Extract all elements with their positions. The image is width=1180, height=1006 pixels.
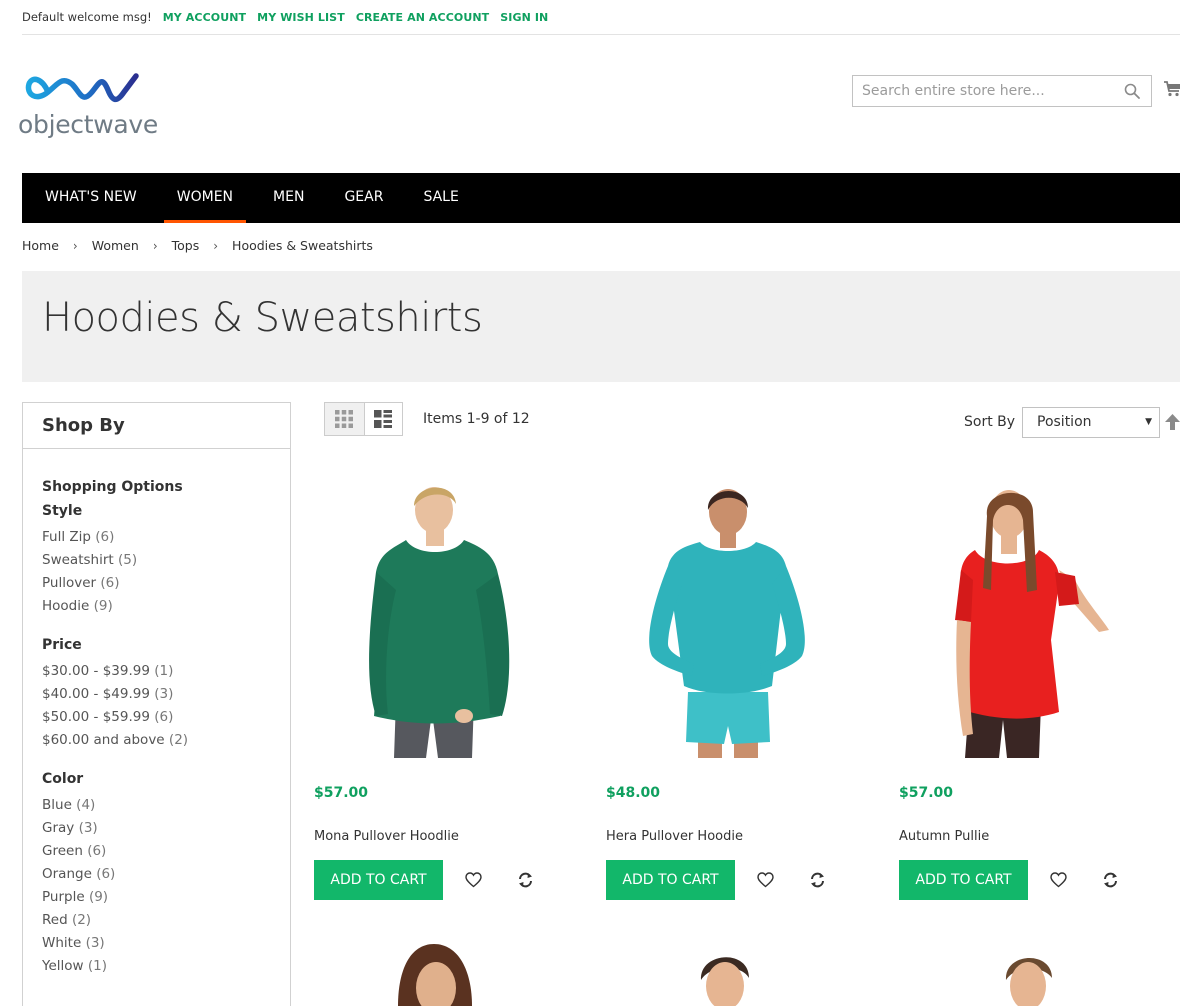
filter-item[interactable]: $50.00 - $59.99 (6)	[42, 706, 271, 729]
filter-group-title[interactable]: Color	[42, 771, 271, 787]
product-image[interactable]	[899, 480, 1139, 758]
heart-icon[interactable]	[757, 872, 774, 888]
filter-item[interactable]: Hoodie (9)	[42, 595, 271, 618]
product-name[interactable]: Hera Pullover Hoodie	[606, 829, 743, 844]
product-name[interactable]: Autumn Pullie	[899, 829, 989, 844]
list-view-button[interactable]	[363, 403, 403, 435]
heart-icon[interactable]	[465, 872, 482, 888]
product-item: $57.00 Autumn Pullie ADD TO CART	[899, 480, 1169, 900]
filter-item[interactable]: White (3)	[42, 932, 271, 955]
filter-item[interactable]: Purple (9)	[42, 886, 271, 909]
breadcrumb-current: Hoodies & Sweatshirts	[232, 238, 373, 253]
store-logo[interactable]: objectwave	[18, 70, 178, 146]
filter-group-title[interactable]: Price	[42, 637, 271, 653]
add-to-cart-button[interactable]: ADD TO CART	[899, 860, 1028, 900]
chevron-right-icon: ›	[213, 238, 219, 253]
search-input[interactable]	[853, 76, 1113, 106]
filter-item[interactable]: Red (2)	[42, 909, 271, 932]
product-name[interactable]: Mona Pullover Hoodlie	[314, 829, 459, 844]
filter-item[interactable]: $60.00 and above (2)	[42, 729, 271, 752]
nav-item-men[interactable]: MEN	[260, 173, 317, 223]
view-mode-switcher	[324, 402, 403, 436]
breadcrumb-tops[interactable]: Tops	[172, 238, 200, 253]
filter-options: Shopping Options Style Full Zip (6) Swea…	[23, 449, 290, 1006]
my-account-link[interactable]: MY ACCOUNT	[163, 11, 246, 24]
filter-group-color: Color Blue (4) Gray (3) Green (6) Orange…	[42, 771, 271, 978]
product-image[interactable]	[645, 940, 805, 1006]
filter-item[interactable]: $40.00 - $49.99 (3)	[42, 683, 271, 706]
sort-by-select[interactable]: Position ▼	[1022, 407, 1160, 438]
filter-item[interactable]: Full Zip (6)	[42, 526, 271, 549]
product-image[interactable]	[606, 480, 846, 758]
chevron-down-icon: ▼	[1145, 417, 1152, 427]
my-wish-list-link[interactable]: MY WISH LIST	[257, 11, 345, 24]
logo-wordmark: objectwave	[18, 110, 158, 139]
add-to-cart-button[interactable]: ADD TO CART	[606, 860, 735, 900]
grid-icon	[335, 410, 354, 428]
sort-by-label: Sort By	[964, 414, 1016, 430]
sort-by-value: Position	[1037, 414, 1092, 430]
filter-item[interactable]: Green (6)	[42, 840, 271, 863]
filter-item[interactable]: Yellow (1)	[42, 955, 271, 978]
nav-item-gear[interactable]: GEAR	[331, 173, 396, 223]
filter-group-title[interactable]: Style	[42, 503, 271, 519]
page-title-band: Hoodies & Sweatshirts	[22, 271, 1180, 382]
filter-item[interactable]: $30.00 - $39.99 (1)	[42, 660, 271, 683]
product-image[interactable]	[354, 940, 514, 1006]
add-to-cart-button[interactable]: ADD TO CART	[314, 860, 443, 900]
breadcrumb-women[interactable]: Women	[92, 238, 139, 253]
product-price: $57.00	[314, 785, 369, 801]
filter-item[interactable]: Sweatshirt (5)	[42, 549, 271, 572]
nav-item-whats-new[interactable]: WHAT'S NEW	[32, 173, 150, 223]
product-price: $48.00	[606, 785, 661, 801]
filter-group-price: Price $30.00 - $39.99 (1) $40.00 - $49.9…	[42, 637, 271, 752]
filter-group-style: Style Full Zip (6) Sweatshirt (5) Pullov…	[42, 503, 271, 618]
search-box	[852, 75, 1152, 107]
compare-icon[interactable]	[810, 872, 825, 888]
shopping-options-title: Shopping Options	[42, 479, 183, 495]
search-icon[interactable]	[1124, 83, 1140, 99]
filter-item[interactable]: Orange (6)	[42, 863, 271, 886]
compare-icon[interactable]	[1103, 872, 1118, 888]
breadcrumb-home[interactable]: Home	[22, 238, 59, 253]
chevron-right-icon: ›	[72, 238, 78, 253]
grid-view-button[interactable]	[325, 403, 364, 435]
filter-item[interactable]: Gray (3)	[42, 817, 271, 840]
product-item: $48.00 Hera Pullover Hoodie ADD TO CART	[606, 480, 876, 900]
layered-navigation-sidebar: Shop By Shopping Options Style Full Zip …	[22, 402, 291, 1006]
chevron-right-icon: ›	[152, 238, 158, 253]
product-item: $57.00 Mona Pullover Hoodlie ADD TO CART	[314, 480, 584, 900]
compare-icon[interactable]	[518, 872, 533, 888]
filter-item[interactable]: Pullover (6)	[42, 572, 271, 595]
product-image[interactable]	[950, 940, 1110, 1006]
list-icon	[374, 410, 393, 428]
heart-icon[interactable]	[1050, 872, 1067, 888]
product-price: $57.00	[899, 785, 954, 801]
main-navigation: WHAT'S NEW WOMEN MEN GEAR SALE	[22, 173, 1180, 223]
cart-icon[interactable]	[1163, 77, 1180, 99]
nav-item-women[interactable]: WOMEN	[163, 173, 247, 223]
welcome-message: Default welcome msg!	[22, 10, 152, 24]
create-account-link[interactable]: CREATE AN ACCOUNT	[356, 11, 489, 24]
filter-item[interactable]: Blue (4)	[42, 794, 271, 817]
sort-direction-arrow-icon[interactable]	[1165, 414, 1180, 430]
header-links-bar: Default welcome msg! MY ACCOUNT MY WISH …	[22, 0, 1180, 35]
page-title: Hoodies & Sweatshirts	[42, 295, 483, 341]
product-image[interactable]	[314, 480, 554, 758]
sign-in-link[interactable]: SIGN IN	[500, 11, 548, 24]
breadcrumb: Home › Women › Tops › Hoodies & Sweatshi…	[22, 238, 373, 253]
toolbar-amount: Items 1-9 of 12	[423, 411, 530, 427]
logo-wave-icon	[25, 73, 139, 103]
shop-by-title: Shop By	[23, 403, 290, 449]
nav-item-sale[interactable]: SALE	[410, 173, 471, 223]
